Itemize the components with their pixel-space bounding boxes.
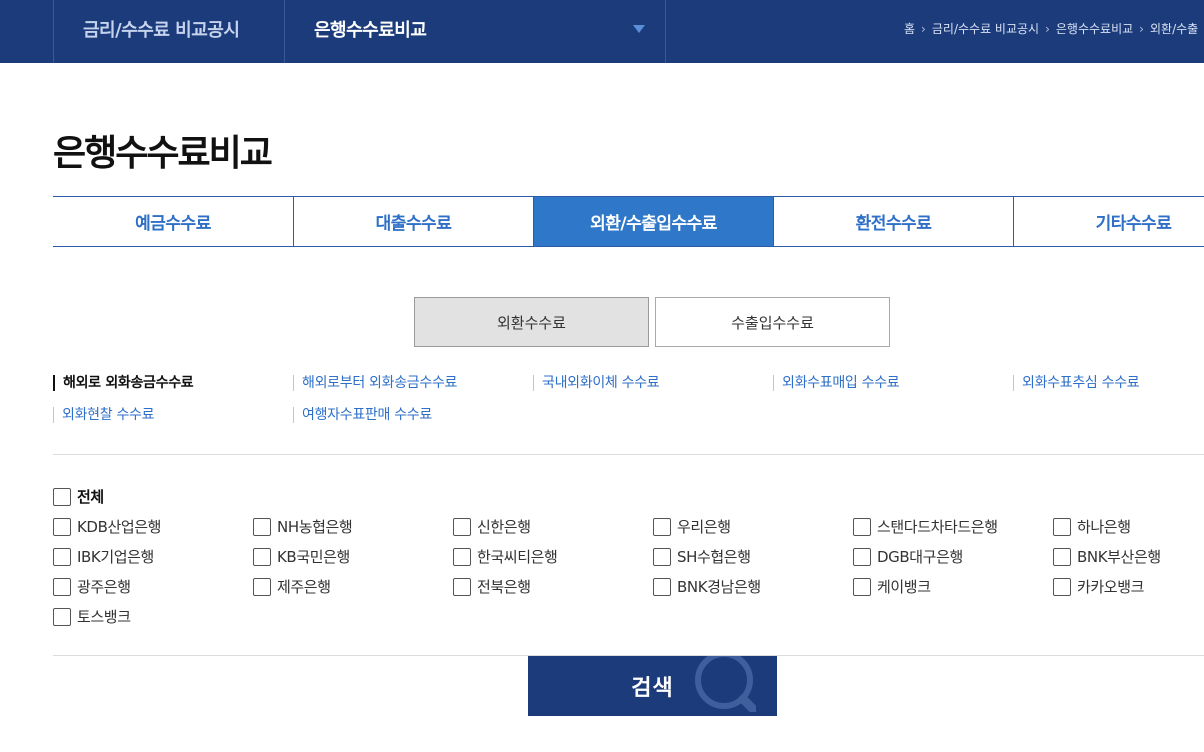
checkbox-label: KB국민은행 — [277, 548, 350, 566]
checkbox-box[interactable] — [53, 577, 71, 596]
link-travelers-check-fee[interactable]: 여행자수표판매 수수료 — [293, 407, 432, 423]
checkbox-label: 한국씨티은행 — [477, 548, 558, 566]
checkbox-bank[interactable]: 전북은행 — [453, 576, 531, 597]
checkbox-label: 전체 — [77, 488, 104, 506]
tab-other-fee[interactable]: 기타수수료 — [1013, 197, 1204, 246]
checkbox-box[interactable] — [253, 547, 271, 566]
fee-category-tabs: 예금수수료 대출수수료 외환/수출입수수료 환전수수료 기타수수료 — [53, 196, 1204, 247]
checkbox-label: 광주은행 — [77, 578, 131, 596]
checkbox-bank[interactable]: 스탠다드차타드은행 — [853, 516, 998, 537]
checkbox-box[interactable] — [1053, 547, 1071, 566]
breadcrumb: 홈 › 금리/수수료 비교공시 › 은행수수료비교 › 외환/수출 — [904, 20, 1198, 37]
checkbox-bank[interactable]: 우리은행 — [653, 516, 731, 537]
subtab-fx-fee[interactable]: 외환수수료 — [414, 297, 649, 347]
checkbox-box[interactable] — [1053, 517, 1071, 536]
nav-divider — [665, 0, 666, 63]
checkbox-box[interactable] — [853, 517, 871, 536]
nav-divider — [53, 0, 54, 63]
checkbox-label: 우리은행 — [677, 518, 731, 536]
checkbox-label: 케이뱅크 — [877, 578, 931, 596]
checkbox-box[interactable] — [53, 487, 71, 506]
chevron-right-icon: › — [921, 21, 926, 36]
checkbox-box[interactable] — [453, 517, 471, 536]
checkbox-label: KDB산업은행 — [77, 518, 162, 536]
checkbox-box[interactable] — [253, 517, 271, 536]
nav-menu-bank-fee-compare[interactable]: 은행수수료비교 — [314, 16, 427, 42]
page-title: 은행수수료비교 — [53, 133, 273, 174]
checkbox-bank[interactable]: SH수협은행 — [653, 546, 751, 567]
checkbox-box[interactable] — [653, 517, 671, 536]
checkbox-label: 토스뱅크 — [77, 608, 131, 626]
checkbox-bank[interactable]: KB국민은행 — [253, 546, 350, 567]
breadcrumb-item[interactable]: 외환/수출 — [1150, 20, 1198, 37]
checkbox-bank[interactable]: 한국씨티은행 — [453, 546, 558, 567]
checkbox-label: NH농협은행 — [277, 518, 353, 536]
checkbox-bank[interactable]: 카카오뱅크 — [1053, 576, 1144, 597]
checkbox-label: BNK부산은행 — [1077, 548, 1161, 566]
checkbox-label: BNK경남은행 — [677, 578, 761, 596]
link-domestic-fx-transfer-fee[interactable]: 국내외화이체 수수료 — [533, 375, 660, 391]
nav-divider — [284, 0, 285, 63]
link-check-purchase-fee[interactable]: 외화수표매입 수수료 — [773, 375, 900, 391]
checkbox-bank[interactable]: NH농협은행 — [253, 516, 353, 537]
checkbox-all-banks[interactable]: 전체 — [53, 486, 104, 507]
checkbox-box[interactable] — [653, 547, 671, 566]
checkbox-bank[interactable]: IBK기업은행 — [53, 546, 154, 567]
breadcrumb-item[interactable]: 금리/수수료 비교공시 — [932, 20, 1039, 37]
checkbox-bank[interactable]: BNK경남은행 — [653, 576, 761, 597]
nav-menu-rate-fee-disclosure[interactable]: 금리/수수료 비교공시 — [83, 16, 240, 42]
link-inward-remittance-fee[interactable]: 해외로부터 외화송금수수료 — [293, 375, 457, 391]
link-check-collection-fee[interactable]: 외화수표추심 수수료 — [1013, 375, 1140, 391]
checkbox-box[interactable] — [253, 577, 271, 596]
checkbox-box[interactable] — [53, 607, 71, 626]
search-button-label: 검색 — [631, 676, 674, 701]
checkbox-box[interactable] — [53, 517, 71, 536]
tab-exchange-fee[interactable]: 환전수수료 — [773, 197, 1013, 246]
checkbox-label: 신한은행 — [477, 518, 531, 536]
checkbox-box[interactable] — [853, 547, 871, 566]
search-button[interactable]: 검색 — [528, 656, 777, 716]
checkbox-box[interactable] — [653, 577, 671, 596]
link-outward-remittance-fee[interactable]: 해외로 외화송금수수료 — [53, 375, 194, 391]
tab-fx-trade-fee[interactable]: 외환/수출입수수료 — [533, 197, 773, 246]
checkbox-bank[interactable]: 토스뱅크 — [53, 606, 131, 627]
checkbox-box[interactable] — [453, 577, 471, 596]
tab-loan-fee[interactable]: 대출수수료 — [293, 197, 533, 246]
top-navigation-bar: 금리/수수료 비교공시 은행수수료비교 홈 › 금리/수수료 비교공시 › 은행… — [0, 0, 1204, 63]
checkbox-bank[interactable]: DGB대구은행 — [853, 546, 963, 567]
checkbox-box[interactable] — [453, 547, 471, 566]
checkbox-label: 카카오뱅크 — [1077, 578, 1145, 596]
checkbox-bank[interactable]: 광주은행 — [53, 576, 131, 597]
checkbox-label: DGB대구은행 — [877, 548, 963, 566]
divider — [53, 454, 1204, 455]
tab-deposit-fee[interactable]: 예금수수료 — [53, 197, 293, 246]
checkbox-label: 스탠다드차타드은행 — [877, 518, 998, 536]
checkbox-bank[interactable]: KDB산업은행 — [53, 516, 161, 537]
checkbox-label: 하나은행 — [1077, 518, 1131, 536]
chevron-right-icon: › — [1045, 21, 1050, 36]
subtab-trade-fee[interactable]: 수출입수수료 — [655, 297, 890, 347]
checkbox-box[interactable] — [53, 547, 71, 566]
checkbox-bank[interactable]: 신한은행 — [453, 516, 531, 537]
chevron-right-icon: › — [1139, 21, 1144, 36]
breadcrumb-home[interactable]: 홈 — [904, 20, 915, 37]
chevron-down-icon[interactable] — [633, 25, 645, 33]
checkbox-bank[interactable]: 케이뱅크 — [853, 576, 931, 597]
checkbox-bank[interactable]: 제주은행 — [253, 576, 331, 597]
checkbox-label: 제주은행 — [277, 578, 331, 596]
checkbox-box[interactable] — [1053, 577, 1071, 596]
checkbox-label: SH수협은행 — [677, 548, 751, 566]
checkbox-label: IBK기업은행 — [77, 548, 154, 566]
link-fx-cash-fee[interactable]: 외화현찰 수수료 — [53, 407, 155, 423]
checkbox-bank[interactable]: 하나은행 — [1053, 516, 1131, 537]
checkbox-label: 전북은행 — [477, 578, 531, 596]
checkbox-bank[interactable]: BNK부산은행 — [1053, 546, 1161, 567]
checkbox-box[interactable] — [853, 577, 871, 596]
breadcrumb-item[interactable]: 은행수수료비교 — [1056, 20, 1133, 37]
